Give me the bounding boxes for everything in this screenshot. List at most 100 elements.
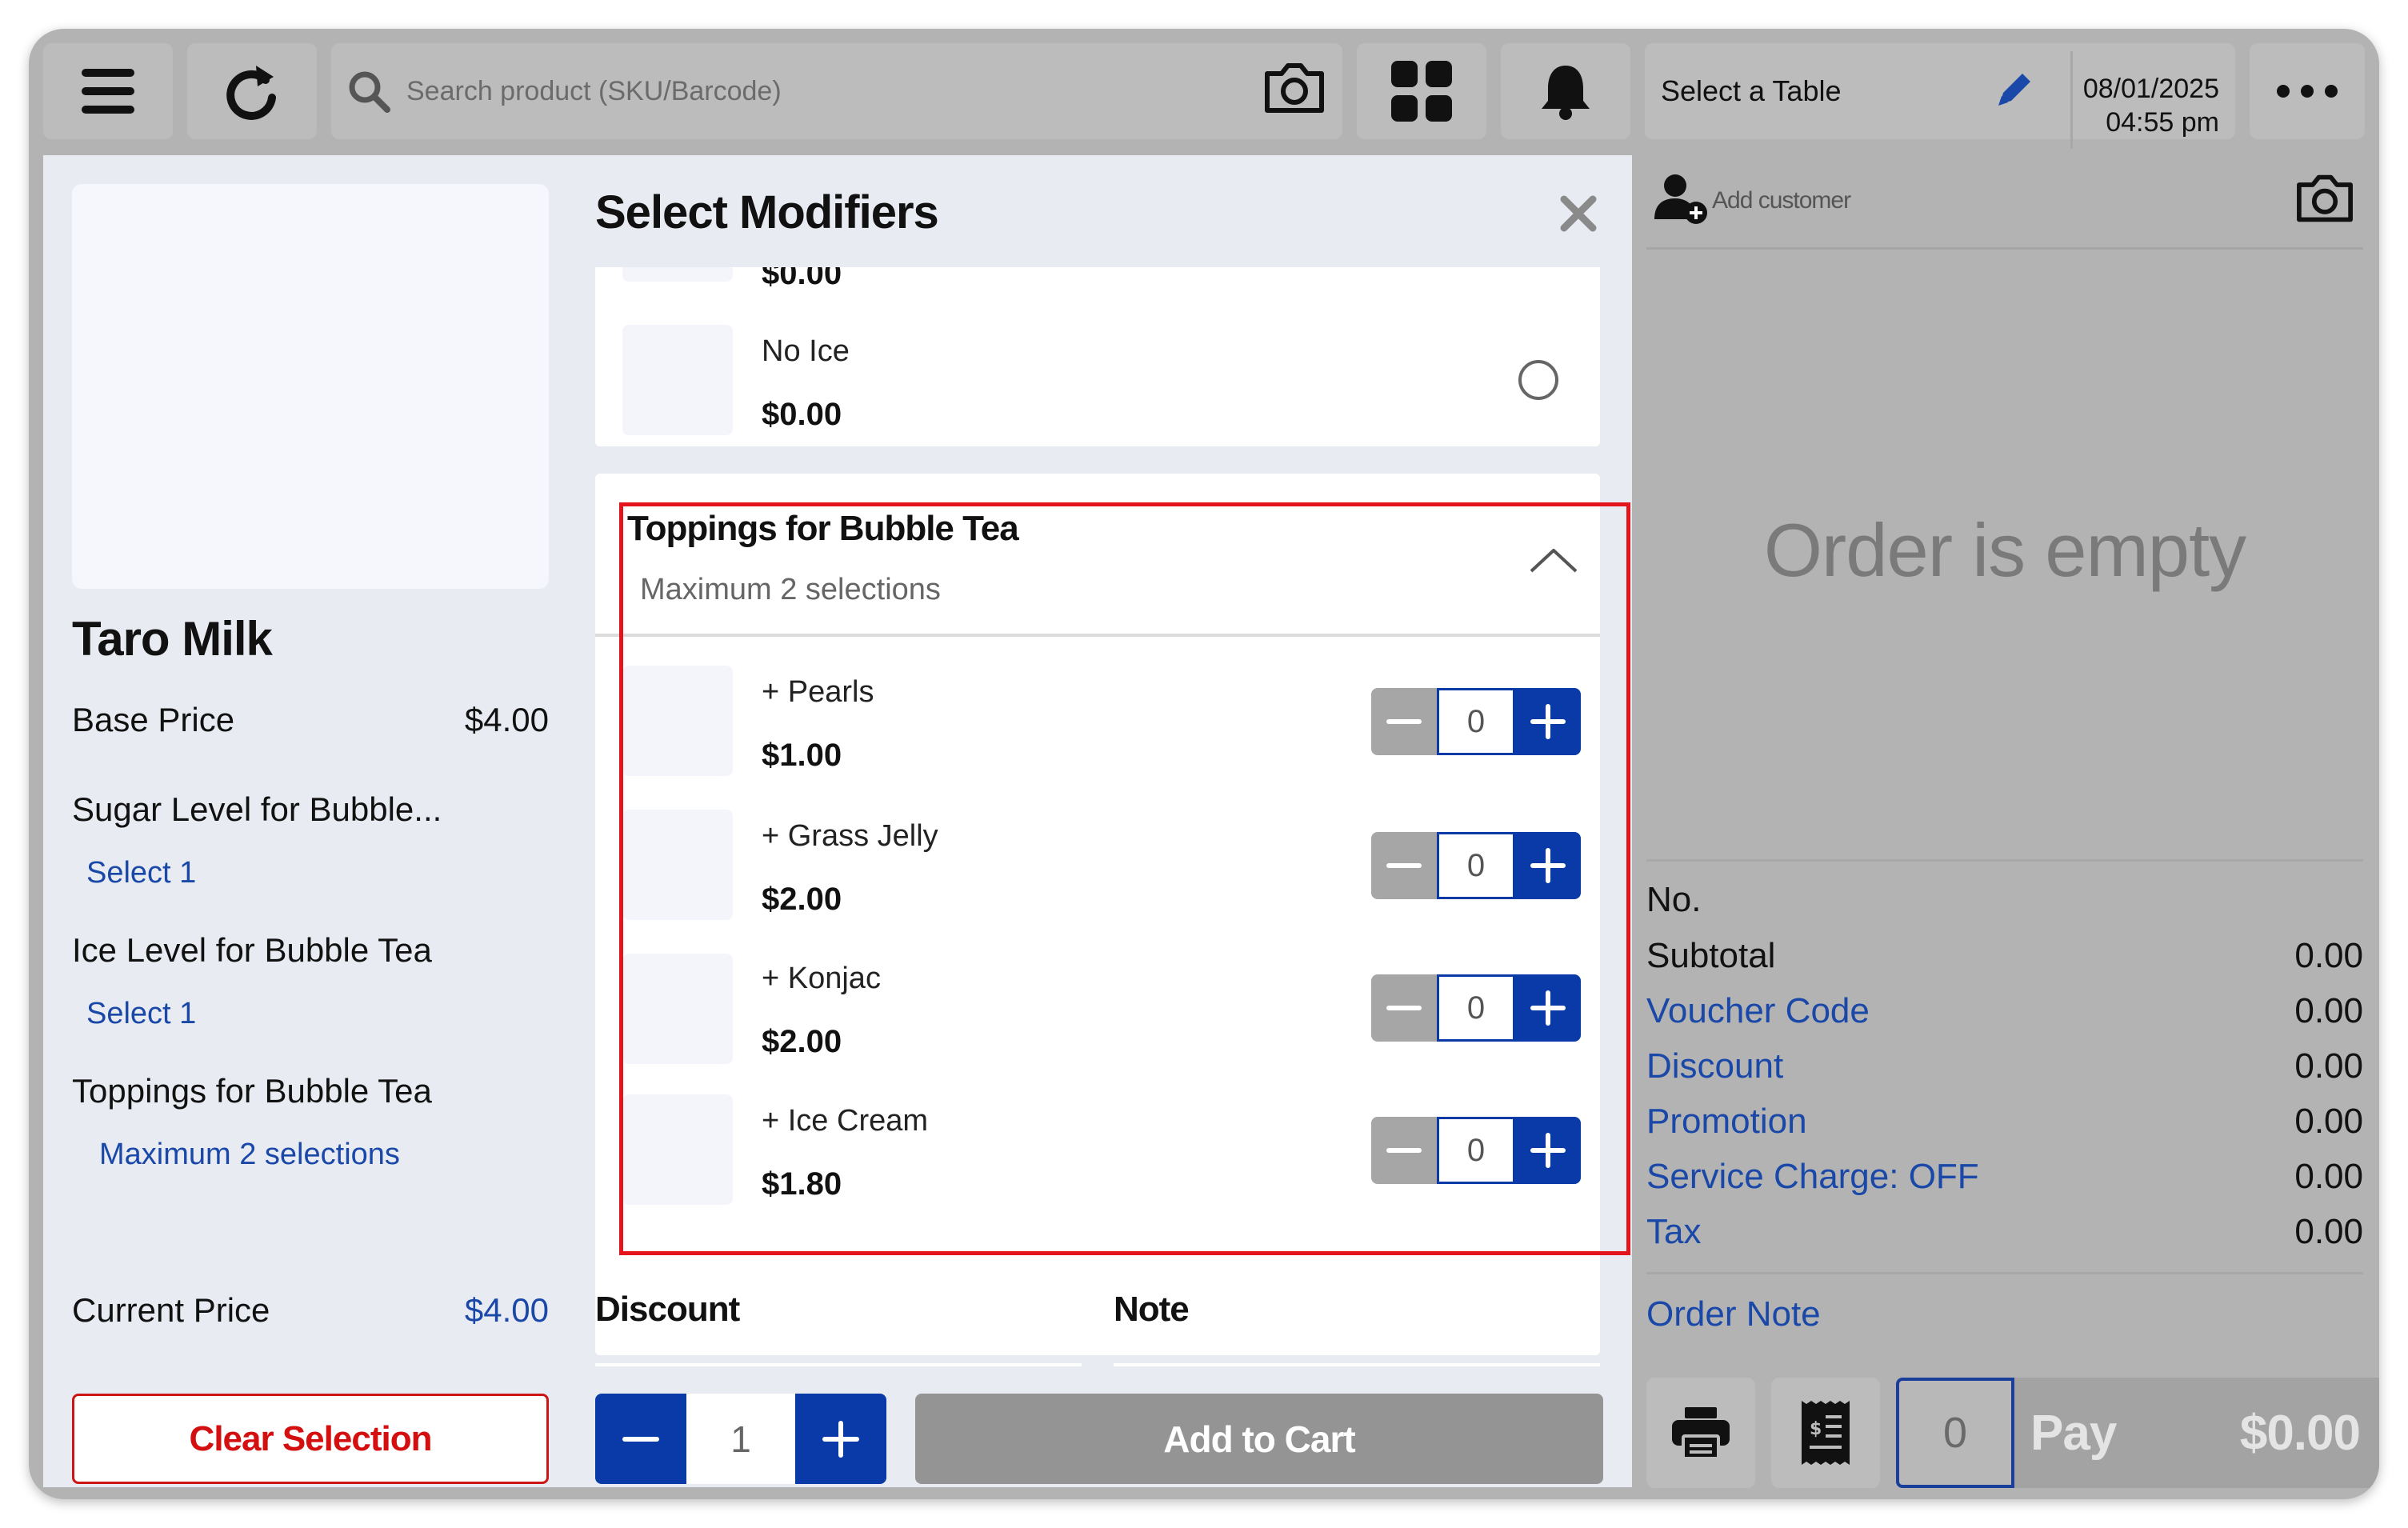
customer-scan-button[interactable] (2294, 171, 2355, 230)
menu-icon (82, 69, 134, 114)
clear-selection-button[interactable]: Clear Selection (72, 1394, 549, 1484)
minus-icon (622, 1436, 659, 1442)
quantity-stepper: 1 (595, 1394, 886, 1484)
receipt-icon: $ (1802, 1401, 1850, 1465)
bell-icon (1542, 66, 1590, 120)
add-customer-button[interactable]: Add customer (1646, 155, 2363, 250)
summary-toppings-status[interactable]: Maximum 2 selections (99, 1138, 400, 1172)
menu-button[interactable] (43, 43, 173, 139)
add-customer-label: Add customer (1712, 187, 1851, 214)
summary-sugar-label: Sugar Level for Bubble... (72, 790, 442, 828)
pay-amount: $0.00 (2239, 1405, 2361, 1461)
refresh-icon (226, 66, 276, 120)
summary-ice-status[interactable]: Select 1 (86, 997, 196, 1031)
subtotal-value: 0.00 (2294, 936, 2363, 975)
plus-icon (822, 1420, 859, 1458)
printer-icon (1672, 1407, 1730, 1458)
service-charge-link[interactable]: Service Charge: OFF (1646, 1157, 1979, 1197)
categories-button[interactable] (1357, 43, 1486, 139)
ice-level-card: $0.00 No Ice $0.00 (595, 267, 1600, 446)
subtotal-label: Subtotal (1646, 936, 1776, 975)
current-price-row: Current Price $4.00 (72, 1291, 549, 1330)
current-price-value: $4.00 (464, 1291, 549, 1329)
highlight-frame (619, 502, 1630, 1255)
base-price-value: $4.00 (464, 701, 549, 738)
print-button[interactable] (1646, 1378, 1755, 1488)
select-table-button[interactable]: Select a Table 08/01/2025 04:55 pm (1645, 43, 2235, 149)
pay-label: Pay (2030, 1405, 2117, 1461)
discount-label: Discount (595, 1290, 740, 1329)
order-note-link[interactable]: Order Note (1646, 1294, 1821, 1334)
order-no-label: No. (1646, 880, 1702, 919)
more-icon (2277, 85, 2338, 98)
scan-button[interactable] (1262, 59, 1326, 117)
option-image (622, 267, 733, 282)
discount-link[interactable]: Discount (1646, 1046, 1783, 1086)
divider (2070, 51, 2073, 149)
summary-sugar-status[interactable]: Select 1 (86, 856, 196, 890)
summary-toppings-label: Toppings for Bubble Tea (72, 1072, 432, 1110)
pay-item-count: 0 (1896, 1378, 2014, 1488)
add-to-cart-button[interactable]: Add to Cart (915, 1394, 1603, 1484)
pay-main[interactable]: Pay $0.00 (2014, 1378, 2379, 1488)
note-label: Note (1114, 1290, 1190, 1329)
no-ice-radio[interactable] (1518, 360, 1558, 400)
pencil-icon (1998, 74, 2030, 106)
base-price-row: Base Price $4.00 (72, 701, 549, 739)
camera-icon (1265, 63, 1324, 113)
service-charge-value: 0.00 (2294, 1157, 2363, 1196)
close-button[interactable] (1560, 195, 1597, 236)
note-input[interactable] (1114, 1363, 1600, 1366)
promotion-value: 0.00 (2294, 1102, 2363, 1141)
svg-text:$: $ (1810, 1419, 1822, 1439)
add-person-icon (1654, 174, 1707, 224)
edit-table-button[interactable] (1994, 69, 2035, 110)
option-image (622, 325, 733, 435)
tax-row: Tax 0.00 (1646, 1212, 2363, 1252)
datetime: 08/01/2025 04:55 pm (2083, 72, 2219, 139)
current-price-label: Current Price (72, 1291, 270, 1329)
close-icon (1560, 195, 1597, 232)
option-price: $0.00 (762, 397, 842, 432)
notifications-button[interactable] (1501, 43, 1630, 139)
voucher-value: 0.00 (2294, 991, 2363, 1030)
grid-icon (1391, 61, 1452, 122)
quantity-value[interactable]: 1 (686, 1394, 795, 1484)
search-input[interactable]: Search product (SKU/Barcode) (406, 76, 782, 107)
date-text: 08/01/2025 (2082, 74, 2219, 104)
refresh-button[interactable] (187, 43, 317, 139)
pay-button[interactable]: 0 Pay $0.00 (1896, 1378, 2379, 1488)
search-bar[interactable]: Search product (SKU/Barcode) (331, 43, 1342, 139)
base-price-label: Base Price (72, 701, 235, 738)
order-empty-text: Order is empty (1763, 508, 2246, 592)
subtotal-row: Subtotal 0.00 (1646, 936, 2363, 976)
discount-row: Discount 0.00 (1646, 1046, 2363, 1086)
voucher-code-link[interactable]: Voucher Code (1646, 991, 1870, 1031)
option-name: No Ice (762, 334, 850, 368)
modal-title: Select Modifiers (595, 186, 939, 238)
receipt-button[interactable]: $ (1771, 1378, 1880, 1488)
more-button[interactable] (2250, 43, 2365, 139)
promotion-row: Promotion 0.00 (1646, 1102, 2363, 1142)
product-image (72, 184, 549, 589)
table-label: Select a Table (1661, 74, 1842, 107)
voucher-row: Voucher Code 0.00 (1646, 991, 2363, 1031)
tax-value: 0.00 (2294, 1212, 2363, 1251)
quantity-decrement-button[interactable] (595, 1394, 686, 1484)
pos-screen: Search product (SKU/Barcode) Select a Ta… (29, 29, 2379, 1499)
quantity-increment-button[interactable] (795, 1394, 886, 1484)
summary-ice-label: Ice Level for Bubble Tea (72, 931, 432, 969)
tax-link[interactable]: Tax (1646, 1212, 1701, 1252)
divider (1646, 1272, 2363, 1274)
promotion-link[interactable]: Promotion (1646, 1102, 1807, 1142)
partial-option-price: $0.00 (762, 267, 842, 291)
search-icon (349, 71, 390, 113)
discount-input[interactable] (595, 1363, 1082, 1366)
camera-icon (2297, 174, 2353, 222)
order-no-row: No. (1646, 880, 2363, 920)
service-charge-row: Service Charge: OFF 0.00 (1646, 1157, 2363, 1197)
time-text: 04:55 pm (2106, 107, 2219, 138)
product-name: Taro Milk (72, 612, 273, 666)
discount-value: 0.00 (2294, 1046, 2363, 1086)
divider (1646, 859, 2363, 862)
